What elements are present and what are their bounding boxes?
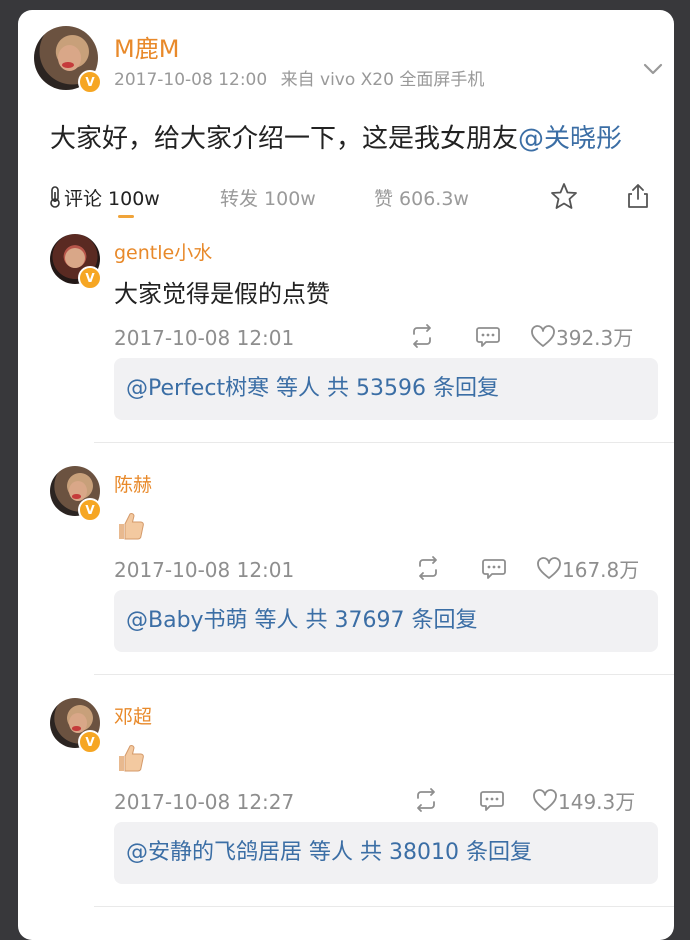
tab-likes[interactable]: 赞 606.3w <box>374 184 469 211</box>
comment-icon[interactable] <box>474 320 502 352</box>
heart-icon <box>531 325 555 347</box>
heart-icon <box>537 557 561 579</box>
like-count: 392.3万 <box>556 325 634 350</box>
verified-badge-icon: V <box>78 70 102 94</box>
divider <box>94 442 674 443</box>
tab-comments-label: 评论 100w <box>64 188 160 210</box>
verified-badge-icon: V <box>78 498 102 522</box>
comment-item: V 陈赫 2017-10-08 12:01 167.8万 @Baby书萌 等人 … <box>18 466 674 698</box>
like-button[interactable]: 167.8万 <box>536 552 639 584</box>
mention-link[interactable]: @关晓彤 <box>518 124 622 154</box>
post-tabs: 评论 100w 转发 100w 赞 606.3w <box>18 178 674 228</box>
comment-time: 2017-10-08 12:27 <box>114 790 295 814</box>
comment-icon[interactable] <box>478 784 506 816</box>
post-time: 2017-10-08 12:00 <box>114 70 268 90</box>
comment-icon[interactable] <box>480 552 508 584</box>
comment-author[interactable]: 邓超 <box>114 702 152 729</box>
heart-icon <box>533 789 557 811</box>
comment-author[interactable]: gentle小水 <box>114 238 212 265</box>
post-source: 来自 vivo X20 全面屏手机 <box>280 70 485 90</box>
repost-icon[interactable] <box>408 320 436 352</box>
repost-icon[interactable] <box>412 784 440 816</box>
reply-summary[interactable]: @Baby书萌 等人 共 37697 条回复 <box>114 590 658 652</box>
comment-item: V gentle小水 大家觉得是假的点赞 2017-10-08 12:01 39… <box>18 234 674 466</box>
post-body: 大家好，给大家介绍一下，这是我女朋友 <box>50 124 519 154</box>
repost-icon[interactable] <box>414 552 442 584</box>
tab-comments[interactable]: 评论 100w <box>48 184 160 211</box>
share-icon[interactable] <box>624 182 652 210</box>
like-count: 149.3万 <box>558 789 636 814</box>
tab-reposts[interactable]: 转发 100w <box>220 184 316 211</box>
like-button[interactable]: 149.3万 <box>532 784 635 816</box>
comment-item: V 邓超 2017-10-08 12:27 149.3万 @安静的飞鸽居居 等人… <box>18 698 674 930</box>
star-icon[interactable] <box>550 182 578 210</box>
comment-time: 2017-10-08 12:01 <box>114 326 295 350</box>
post-card: V M鹿M 2017-10-08 12:00 来自 vivo X20 全面屏手机… <box>18 10 674 940</box>
comment-text: 大家觉得是假的点赞 <box>114 280 330 308</box>
divider <box>94 674 674 675</box>
verified-badge-icon: V <box>78 730 102 754</box>
reply-summary[interactable]: @Perfect树寒 等人 共 53596 条回复 <box>114 358 658 420</box>
thermometer-icon <box>50 186 60 208</box>
thumbs-up-emoji-icon <box>119 745 144 772</box>
verified-badge-icon: V <box>78 266 102 290</box>
reply-summary[interactable]: @安静的飞鸽居居 等人 共 38010 条回复 <box>114 822 658 884</box>
like-button[interactable]: 392.3万 <box>530 320 633 352</box>
like-count: 167.8万 <box>562 557 640 582</box>
chevron-down-icon[interactable] <box>640 56 666 82</box>
active-tab-indicator <box>118 215 134 218</box>
post-text: 大家好，给大家介绍一下，这是我女朋友@关晓彤 <box>50 118 622 155</box>
divider <box>94 906 674 907</box>
comment-time: 2017-10-08 12:01 <box>114 558 295 582</box>
thumbs-up-emoji-icon <box>119 513 144 540</box>
author-name[interactable]: M鹿M <box>114 29 179 64</box>
post-meta: 2017-10-08 12:00 来自 vivo X20 全面屏手机 <box>114 65 484 90</box>
comment-author[interactable]: 陈赫 <box>114 470 152 497</box>
